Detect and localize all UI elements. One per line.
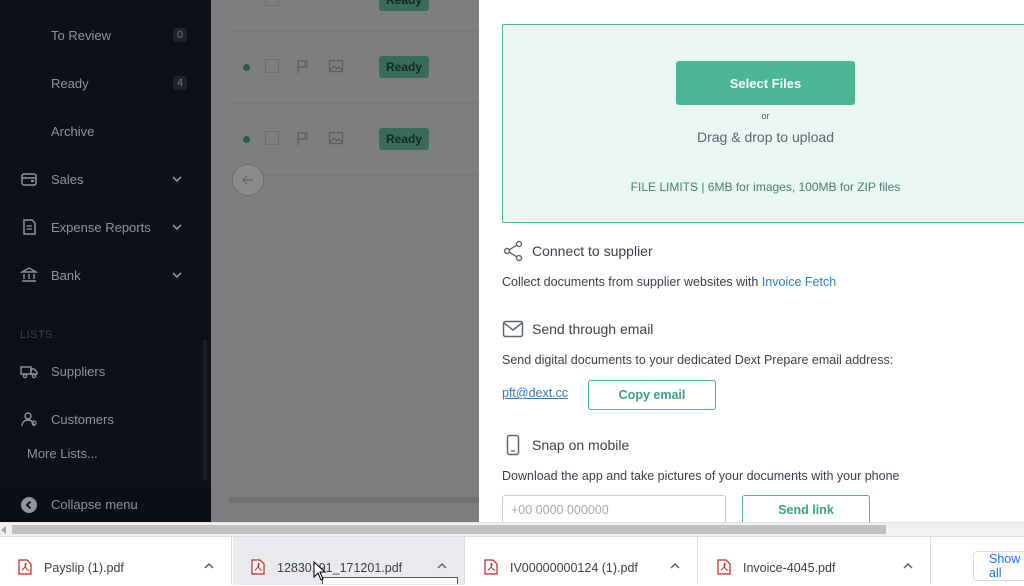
app-window: To Review 0 Ready 4 Archive Sales Expens…: [0, 0, 1024, 522]
sidebar-item-label: Ready: [51, 75, 89, 91]
sidebar-item-label: Suppliers: [51, 363, 106, 379]
image-icon: [328, 130, 344, 146]
flag-icon: [295, 130, 311, 146]
download-file-name: IV00000000124 (1).pdf: [510, 561, 638, 575]
chevron-up-icon[interactable]: [902, 561, 914, 571]
more-lists-link[interactable]: More Lists...: [27, 446, 98, 461]
unread-dot-icon: [243, 136, 250, 143]
pdf-file-icon: [717, 559, 731, 575]
scrollbar-thumb[interactable]: [12, 525, 886, 534]
scroll-left-icon[interactable]: [1, 526, 6, 534]
status-badge: Ready: [379, 0, 430, 11]
chevron-down-icon: [171, 173, 183, 185]
collapse-menu-button[interactable]: Collapse menu: [0, 487, 211, 522]
download-file-name: Invoice-4045.pdf: [743, 561, 836, 575]
table-row: Ready: [229, 0, 479, 18]
file-limits-text: FILE LIMITS | 6MB for images, 100MB for …: [630, 180, 901, 194]
email-icon: [502, 318, 524, 340]
collapse-left-icon: [20, 496, 38, 514]
sidebar-item-label: Expense Reports: [51, 219, 151, 235]
mobile-section-title: Snap on mobile: [532, 437, 630, 453]
background-document-list: Ready Ready Ready: [211, 0, 479, 522]
drag-drop-text: Drag & drop to upload: [697, 129, 834, 145]
pdf-file-icon: [251, 559, 265, 575]
connect-supplier-title: Connect to supplier: [532, 243, 653, 259]
sidebar-item-expense-reports[interactable]: Expense Reports: [0, 207, 211, 247]
chevron-up-icon[interactable]: [669, 561, 681, 571]
or-separator: or: [761, 111, 770, 121]
bank-icon: [20, 266, 38, 284]
count-badge: 0: [173, 28, 187, 42]
sidebar-scrollbar[interactable]: [203, 340, 207, 480]
select-files-button[interactable]: Select Files: [676, 61, 855, 105]
divider: [229, 31, 479, 32]
sidebar: To Review 0 Ready 4 Archive Sales Expens…: [0, 0, 211, 522]
show-all-downloads-button[interactable]: Show all: [973, 551, 1024, 581]
email-section-title: Send through email: [532, 321, 654, 337]
download-item[interactable]: IV00000000124 (1).pdf: [466, 537, 698, 585]
download-item[interactable]: Payslip (1).pdf: [0, 537, 232, 585]
lists-section-header: LISTS: [20, 329, 54, 341]
horizontal-scrollbar[interactable]: [0, 522, 1024, 536]
sidebar-item-ready[interactable]: Ready 4: [0, 63, 211, 103]
scroll-left-arrow-icon: [232, 164, 264, 196]
customers-icon: [20, 410, 38, 428]
tooltip: [322, 577, 458, 584]
collapse-menu-label: Collapse menu: [51, 497, 138, 512]
sidebar-item-customers[interactable]: Customers: [0, 399, 211, 439]
sidebar-item-label: Archive: [51, 123, 95, 139]
pdf-file-icon: [484, 559, 498, 575]
row-checkbox: [265, 131, 279, 145]
send-link-button[interactable]: Send link: [742, 495, 870, 522]
sidebar-item-to-review[interactable]: To Review 0: [0, 15, 211, 55]
sidebar-item-sales[interactable]: Sales: [0, 159, 211, 199]
sidebar-item-label: Sales: [51, 171, 84, 187]
divider: [229, 175, 479, 176]
connect-supplier-desc: Collect documents from supplier websites…: [502, 275, 836, 289]
chevron-down-icon: [171, 221, 183, 233]
sidebar-item-label: Bank: [51, 267, 81, 283]
pdf-file-icon: [18, 559, 32, 575]
connect-icon: [502, 240, 524, 262]
email-section-desc: Send digital documents to your dedicated…: [502, 353, 894, 367]
invoice-fetch-link[interactable]: Invoice Fetch: [762, 275, 836, 289]
sidebar-item-archive[interactable]: Archive: [0, 111, 211, 151]
download-item[interactable]: Invoice-4045.pdf: [699, 537, 931, 585]
mobile-section-desc: Download the app and take pictures of yo…: [502, 469, 900, 483]
chevron-up-icon[interactable]: [203, 561, 215, 571]
count-badge: 4: [173, 76, 187, 90]
flag-icon: [295, 58, 311, 74]
sidebar-item-label: Customers: [51, 411, 114, 427]
table-row: Ready: [229, 121, 479, 157]
sidebar-item-label: To Review: [51, 27, 111, 43]
background-scrollbar: [229, 497, 479, 503]
phone-number-input[interactable]: +00 0000 000000: [502, 495, 726, 522]
upload-dropzone[interactable]: Select Files or Drag & drop to upload FI…: [502, 24, 1024, 223]
truck-icon: [20, 362, 38, 380]
receipt-icon: [20, 218, 38, 236]
connect-supplier-text: Collect documents from supplier websites…: [502, 275, 762, 289]
row-checkbox: [265, 0, 279, 6]
image-icon: [328, 58, 344, 74]
sidebar-item-suppliers[interactable]: Suppliers: [0, 351, 211, 391]
unread-dot-icon: [243, 64, 250, 71]
status-badge: Ready: [379, 56, 430, 78]
sidebar-item-bank[interactable]: Bank: [0, 255, 211, 295]
mobile-phone-icon: [502, 434, 524, 456]
row-checkbox: [265, 59, 279, 73]
status-badge: Ready: [379, 128, 430, 150]
mouse-cursor-icon: [313, 560, 327, 581]
copy-email-button[interactable]: Copy email: [588, 380, 716, 410]
divider: [229, 103, 479, 104]
download-file-name: 12830191_171201.pdf: [277, 561, 403, 575]
wallet-icon: [20, 170, 38, 188]
chevron-down-icon: [171, 269, 183, 281]
chevron-up-icon[interactable]: [436, 561, 448, 571]
email-address-link[interactable]: pft@dext.cc: [502, 386, 568, 400]
download-bar: Payslip (1).pdf 12830191_171201.pdf IV00…: [0, 536, 1024, 585]
download-file-name: Payslip (1).pdf: [44, 561, 124, 575]
upload-panel: Select Files or Drag & drop to upload FI…: [479, 0, 1024, 522]
table-row: Ready: [229, 49, 479, 85]
